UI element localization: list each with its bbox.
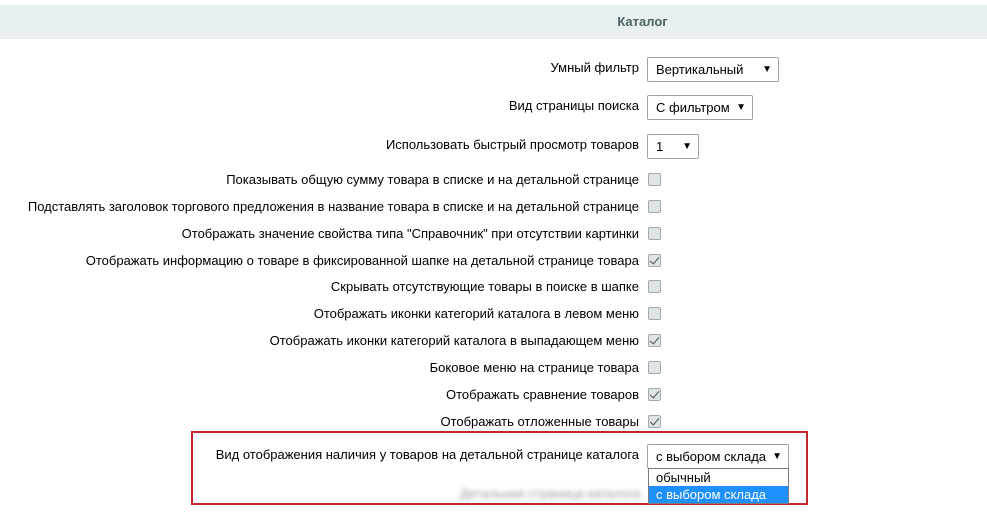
section-title: Каталог bbox=[617, 14, 668, 29]
setting-row-search-page-view: Вид страницы поиска С фильтром ▼ bbox=[0, 95, 987, 120]
checkbox-label: Скрывать отсутствующие товары в поиске в… bbox=[330, 279, 639, 294]
chevron-down-icon: ▼ bbox=[682, 141, 692, 152]
setting-row-checkbox: Отображать сравнение товаров bbox=[0, 384, 987, 406]
checkbox[interactable] bbox=[648, 280, 661, 293]
checkbox-checked[interactable] bbox=[648, 334, 661, 347]
setting-row-checkbox: Боковое меню на странице товара bbox=[0, 357, 987, 379]
checkbox[interactable] bbox=[648, 200, 661, 213]
availability-view-value: с выбором склада bbox=[656, 449, 767, 464]
checkbox-label: Отображать иконки категорий каталога в л… bbox=[313, 306, 639, 321]
setting-row-checkbox: Показывать общую сумму товара в списке и… bbox=[0, 169, 987, 191]
quick-view-label: Использовать быстрый просмотр товаров bbox=[385, 137, 639, 152]
chevron-down-icon: ▼ bbox=[762, 64, 772, 75]
setting-row-checkbox: Отображать значение свойства типа "Справ… bbox=[0, 223, 987, 245]
dropdown-option[interactable]: обычный bbox=[649, 469, 788, 486]
setting-row-checkbox: Скрывать отсутствующие товары в поиске в… bbox=[0, 276, 987, 298]
availability-view-select[interactable]: с выбором склада ▼ bbox=[647, 444, 789, 469]
smart-filter-select[interactable]: Вертикальный ▼ bbox=[647, 57, 779, 82]
dropdown-option-selected[interactable]: с выбором склада bbox=[649, 486, 788, 503]
chevron-down-icon: ▼ bbox=[772, 451, 782, 462]
search-page-view-select[interactable]: С фильтром ▼ bbox=[647, 95, 753, 120]
availability-view-label: Вид отображения наличия у товаров на дет… bbox=[215, 447, 639, 462]
checkbox-label: Отображать значение свойства типа "Справ… bbox=[181, 226, 639, 241]
smart-filter-value: Вертикальный bbox=[656, 62, 744, 77]
checkbox[interactable] bbox=[648, 361, 661, 374]
section-header: Каталог bbox=[0, 5, 987, 39]
checkmark-icon bbox=[649, 334, 660, 345]
checkbox[interactable] bbox=[648, 173, 661, 186]
checkbox-checked[interactable] bbox=[648, 388, 661, 401]
detail-page-label: Детальная страница каталога bbox=[460, 486, 641, 501]
setting-row-availability-view: Вид отображения наличия у товаров на дет… bbox=[0, 444, 987, 469]
checkmark-icon bbox=[649, 254, 660, 265]
checkbox[interactable] bbox=[648, 227, 661, 240]
checkbox-checked[interactable] bbox=[648, 415, 661, 428]
search-page-view-label: Вид страницы поиска bbox=[508, 98, 639, 113]
checkmark-icon bbox=[649, 388, 660, 399]
smart-filter-label: Умный фильтр bbox=[550, 60, 640, 75]
checkbox-label: Отображать информацию о товаре в фиксиро… bbox=[85, 253, 639, 268]
checkbox-label: Показывать общую сумму товара в списке и… bbox=[226, 172, 639, 187]
quick-view-select[interactable]: 1 ▼ bbox=[647, 134, 699, 159]
search-page-view-value: С фильтром bbox=[656, 100, 730, 115]
checkbox-label: Отображать отложенные товары bbox=[440, 414, 639, 429]
checkbox-label: Боковое меню на странице товара bbox=[429, 360, 639, 375]
quick-view-value: 1 bbox=[656, 139, 664, 154]
setting-row-quick-view: Использовать быстрый просмотр товаров 1 … bbox=[0, 134, 987, 159]
setting-row-checkbox: Отображать иконки категорий каталога в в… bbox=[0, 330, 987, 352]
setting-row-checkbox: Отображать иконки категорий каталога в л… bbox=[0, 303, 987, 325]
checkbox[interactable] bbox=[648, 307, 661, 320]
checkbox-label: Подставлять заголовок торгового предложе… bbox=[27, 199, 639, 214]
checkbox-label: Отображать иконки категорий каталога в в… bbox=[269, 333, 639, 348]
checkbox-label: Отображать сравнение товаров bbox=[446, 387, 639, 402]
availability-view-dropdown: обычный с выбором склада bbox=[648, 468, 789, 504]
setting-row-checkbox: Подставлять заголовок торгового предложе… bbox=[0, 196, 987, 218]
checkmark-icon bbox=[649, 415, 660, 426]
setting-row-checkbox: Отображать информацию о товаре в фиксиро… bbox=[0, 250, 987, 272]
setting-row-smart-filter: Умный фильтр Вертикальный ▼ bbox=[0, 57, 987, 82]
chevron-down-icon: ▼ bbox=[736, 102, 746, 113]
checkbox-checked[interactable] bbox=[648, 254, 661, 267]
setting-row-checkbox: Отображать отложенные товары bbox=[0, 411, 987, 433]
